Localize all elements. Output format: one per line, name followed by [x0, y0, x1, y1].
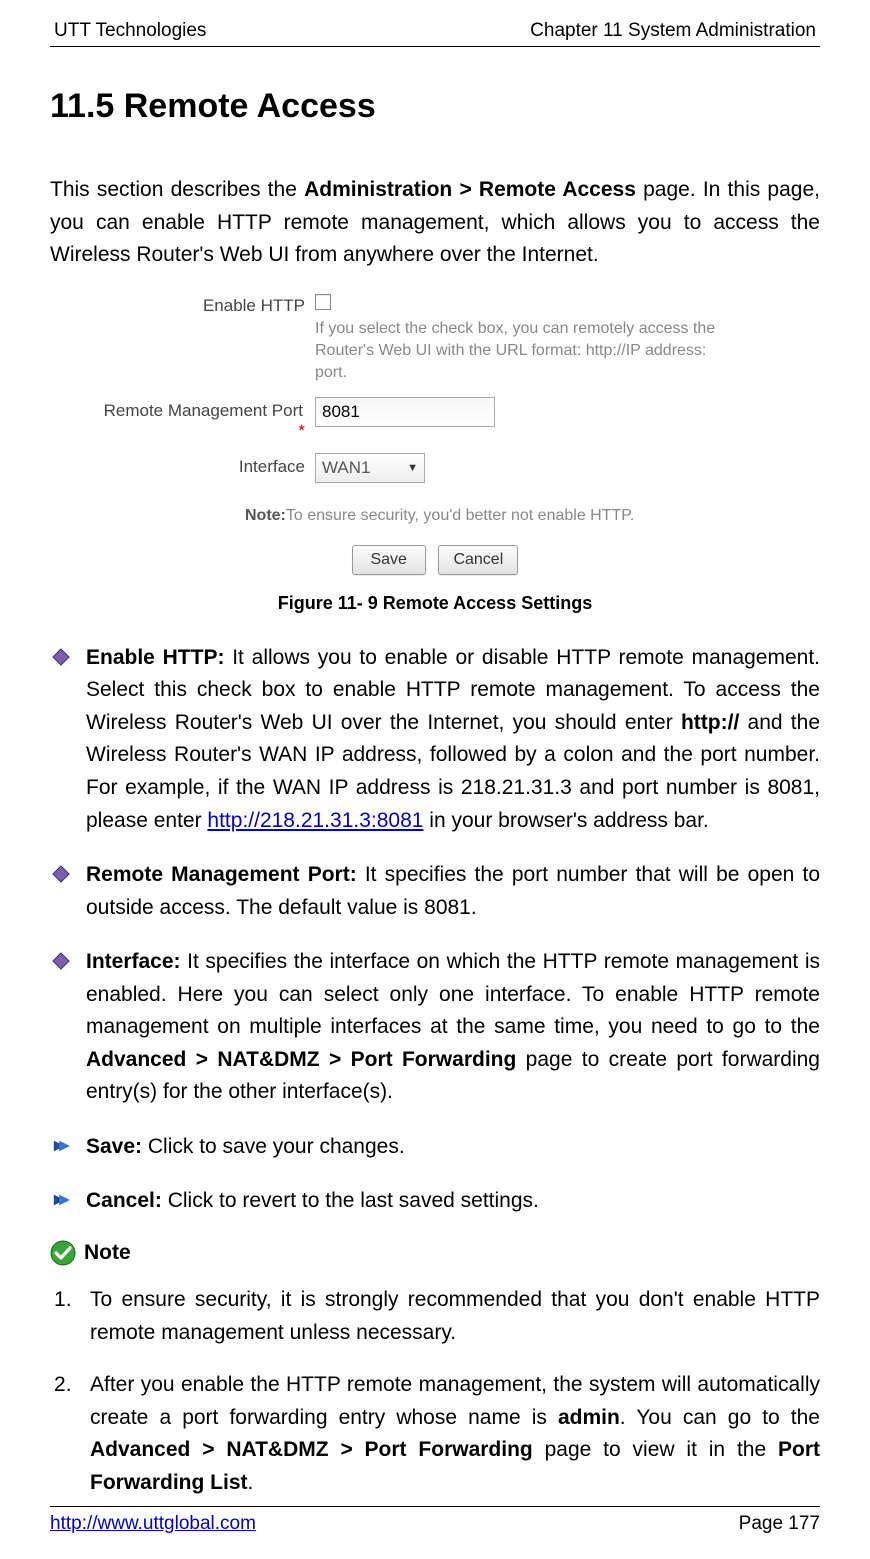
note-2: After you enable the HTTP remote managem…	[50, 1369, 820, 1499]
footer-rule	[50, 1506, 820, 1507]
row-interface: Interface WAN1 ▼	[95, 453, 775, 483]
arrow-icon	[52, 1137, 70, 1155]
arrow-icon	[52, 1191, 70, 1209]
item-save: Save: Click to save your changes.	[50, 1131, 820, 1164]
notes-list: To ensure security, it is strongly recom…	[50, 1284, 820, 1499]
t: page to view it in the	[533, 1438, 778, 1461]
diamond-icon	[52, 865, 70, 883]
enable-http-hint: If you select the check box, you can rem…	[315, 318, 735, 385]
item-label: Interface:	[86, 950, 181, 973]
check-circle-icon	[50, 1240, 76, 1266]
intro-bold: Administration > Remote Access	[304, 178, 636, 201]
t: in your browser's address bar.	[423, 809, 708, 832]
interface-value: WAN1	[322, 458, 371, 478]
figure-caption: Figure 11- 9 Remote Access Settings	[50, 593, 820, 614]
footer-link[interactable]: http://www.uttglobal.com	[50, 1513, 256, 1535]
item-label: Enable HTTP:	[86, 646, 224, 669]
intro-paragraph: This section describes the Administratio…	[50, 174, 820, 272]
row-enable-http: Enable HTTP If you select the check box,…	[95, 292, 775, 385]
item-label: Cancel:	[86, 1189, 162, 1212]
section-title: 11.5 Remote Access	[50, 87, 820, 126]
page-number: Page 177	[739, 1513, 820, 1535]
label-interface: Interface	[95, 453, 315, 477]
enable-http-checkbox[interactable]	[315, 294, 331, 310]
label-port: Remote Management Port *	[95, 397, 315, 441]
note-1-text: To ensure security, it is strongly recom…	[90, 1288, 820, 1344]
b: Advanced > NAT&DMZ > Port Forwarding	[86, 1048, 516, 1071]
example-url-link[interactable]: http://218.21.31.3:8081	[207, 809, 423, 832]
t: . You can go to the	[620, 1406, 820, 1429]
note-heading: Note	[50, 1240, 820, 1266]
port-input[interactable]	[315, 397, 495, 427]
doc-vendor: UTT Technologies	[54, 20, 206, 42]
item-label: Remote Management Port:	[86, 863, 357, 886]
note-text: To ensure security, you'd better not ena…	[286, 507, 634, 524]
settings-panel: Enable HTTP If you select the check box,…	[95, 292, 775, 575]
cancel-button[interactable]: Cancel	[438, 545, 518, 575]
t: Click to revert to the last saved settin…	[162, 1189, 539, 1212]
diamond-icon	[52, 648, 70, 666]
t: .	[248, 1471, 254, 1494]
button-row: Save Cancel	[95, 545, 775, 575]
item-cancel: Cancel: Click to revert to the last save…	[50, 1185, 820, 1218]
t: Click to save your changes.	[142, 1135, 405, 1158]
item-port: Remote Management Port: It specifies the…	[50, 859, 820, 924]
doc-chapter: Chapter 11 System Administration	[530, 20, 816, 42]
note-heading-text: Note	[84, 1241, 131, 1265]
intro-pre: This section describes the	[50, 178, 304, 201]
label-port-text: Remote Management Port	[104, 401, 303, 420]
required-marker: *	[298, 421, 305, 440]
row-port: Remote Management Port *	[95, 397, 775, 441]
header-rule	[50, 46, 820, 47]
security-note: Note:To ensure security, you'd better no…	[245, 507, 775, 525]
item-interface: Interface: It specifies the interface on…	[50, 946, 820, 1109]
label-enable-http: Enable HTTP	[95, 292, 315, 316]
b: http://	[681, 711, 739, 734]
page-footer: http://www.uttglobal.com Page 177	[50, 1506, 820, 1535]
page-header: UTT Technologies Chapter 11 System Admin…	[50, 20, 820, 46]
interface-select[interactable]: WAN1 ▼	[315, 453, 425, 483]
save-button[interactable]: Save	[352, 545, 426, 575]
item-enable-http: Enable HTTP: It allows you to enable or …	[50, 642, 820, 837]
b: admin	[558, 1406, 620, 1429]
feature-list: Enable HTTP: It allows you to enable or …	[50, 642, 820, 1218]
note-1: To ensure security, it is strongly recom…	[50, 1284, 820, 1349]
figure-remote-access: Enable HTTP If you select the check box,…	[95, 292, 775, 575]
note-prefix: Note:	[245, 507, 286, 524]
t: It specifies the interface on which the …	[86, 950, 820, 1038]
chevron-down-icon: ▼	[407, 462, 418, 474]
item-label: Save:	[86, 1135, 142, 1158]
diamond-icon	[52, 952, 70, 970]
b: Advanced > NAT&DMZ > Port Forwarding	[90, 1438, 533, 1461]
